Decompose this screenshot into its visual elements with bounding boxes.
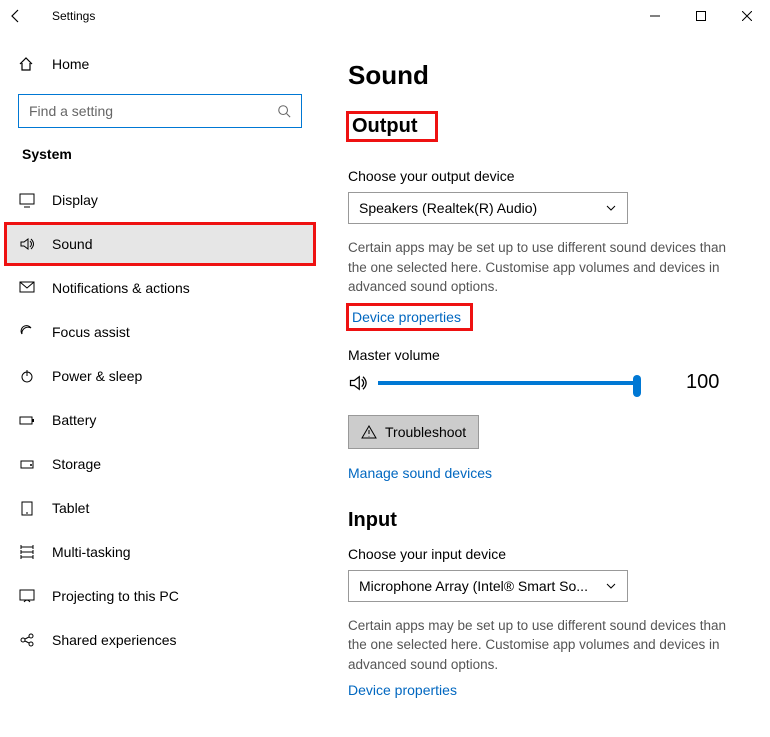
page-title: Sound xyxy=(348,60,752,91)
search-placeholder: Find a setting xyxy=(29,103,277,119)
warning-icon xyxy=(361,424,377,440)
sidebar-item-power-sleep[interactable]: Power & sleep xyxy=(4,354,316,398)
battery-icon xyxy=(18,412,36,428)
search-input[interactable]: Find a setting xyxy=(18,94,302,128)
troubleshoot-button[interactable]: Troubleshoot xyxy=(348,415,479,449)
sidebar-item-shared[interactable]: Shared experiences xyxy=(4,618,316,662)
input-hint: Certain apps may be set up to use differ… xyxy=(348,616,748,675)
power-icon xyxy=(18,368,36,384)
home-icon xyxy=(18,56,36,72)
sidebar-item-notifications[interactable]: Notifications & actions xyxy=(4,266,316,310)
nav-label: Sound xyxy=(52,236,92,252)
output-hint: Certain apps may be set up to use differ… xyxy=(348,238,748,297)
master-volume-value: 100 xyxy=(686,371,719,394)
output-heading: Output xyxy=(348,113,436,140)
master-volume-slider[interactable] xyxy=(378,371,638,395)
input-heading: Input xyxy=(348,509,752,532)
sidebar-item-battery[interactable]: Battery xyxy=(4,398,316,442)
sidebar-item-sound[interactable]: Sound xyxy=(4,222,316,266)
maximize-button[interactable] xyxy=(678,0,724,32)
display-icon xyxy=(18,192,36,208)
nav-label: Display xyxy=(52,192,98,208)
output-choose-label: Choose your output device xyxy=(348,168,752,184)
nav-label: Multi-tasking xyxy=(52,544,131,560)
sidebar-item-focus-assist[interactable]: Focus assist xyxy=(4,310,316,354)
sidebar: Home Find a setting System Display Sound… xyxy=(0,32,320,737)
input-device-dropdown[interactable]: Microphone Array (Intel® Smart So... xyxy=(348,570,628,602)
storage-icon xyxy=(18,456,36,472)
sidebar-item-projecting[interactable]: Projecting to this PC xyxy=(4,574,316,618)
back-button[interactable] xyxy=(8,8,48,24)
close-button[interactable] xyxy=(724,0,770,32)
window-title: Settings xyxy=(52,9,95,23)
nav-label: Storage xyxy=(52,456,101,472)
manage-sound-devices-link[interactable]: Manage sound devices xyxy=(348,465,492,481)
category-heading: System xyxy=(4,146,316,162)
multitasking-icon xyxy=(18,544,36,560)
troubleshoot-label: Troubleshoot xyxy=(385,424,466,440)
output-device-selected: Speakers (Realtek(R) Audio) xyxy=(359,200,597,216)
projecting-icon xyxy=(18,588,36,604)
home-label: Home xyxy=(52,56,89,72)
output-device-properties-link[interactable]: Device properties xyxy=(348,305,471,329)
nav-label: Focus assist xyxy=(52,324,130,340)
nav-label: Shared experiences xyxy=(52,632,177,648)
nav-label: Power & sleep xyxy=(52,368,142,384)
main-panel: Sound Output Choose your output device S… xyxy=(320,32,770,737)
minimize-button[interactable] xyxy=(632,0,678,32)
output-device-dropdown[interactable]: Speakers (Realtek(R) Audio) xyxy=(348,192,628,224)
sidebar-item-storage[interactable]: Storage xyxy=(4,442,316,486)
home-nav[interactable]: Home xyxy=(4,44,316,84)
sidebar-item-display[interactable]: Display xyxy=(4,178,316,222)
sidebar-item-tablet[interactable]: Tablet xyxy=(4,486,316,530)
sidebar-item-multitasking[interactable]: Multi-tasking xyxy=(4,530,316,574)
tablet-icon xyxy=(18,500,36,516)
sound-icon xyxy=(18,236,36,252)
nav-label: Battery xyxy=(52,412,96,428)
search-icon xyxy=(277,104,291,118)
nav-label: Notifications & actions xyxy=(52,280,190,296)
speaker-icon[interactable] xyxy=(348,373,368,393)
chevron-down-icon xyxy=(605,202,617,214)
master-volume-label: Master volume xyxy=(348,347,752,363)
nav-label: Projecting to this PC xyxy=(52,588,179,604)
shared-icon xyxy=(18,632,36,648)
nav-label: Tablet xyxy=(52,500,89,516)
input-device-selected: Microphone Array (Intel® Smart So... xyxy=(359,578,597,594)
titlebar: Settings xyxy=(0,0,770,32)
notifications-icon xyxy=(18,280,36,296)
chevron-down-icon xyxy=(605,580,617,592)
focus-icon xyxy=(18,324,36,340)
input-device-properties-link[interactable]: Device properties xyxy=(348,682,457,698)
input-choose-label: Choose your input device xyxy=(348,546,752,562)
